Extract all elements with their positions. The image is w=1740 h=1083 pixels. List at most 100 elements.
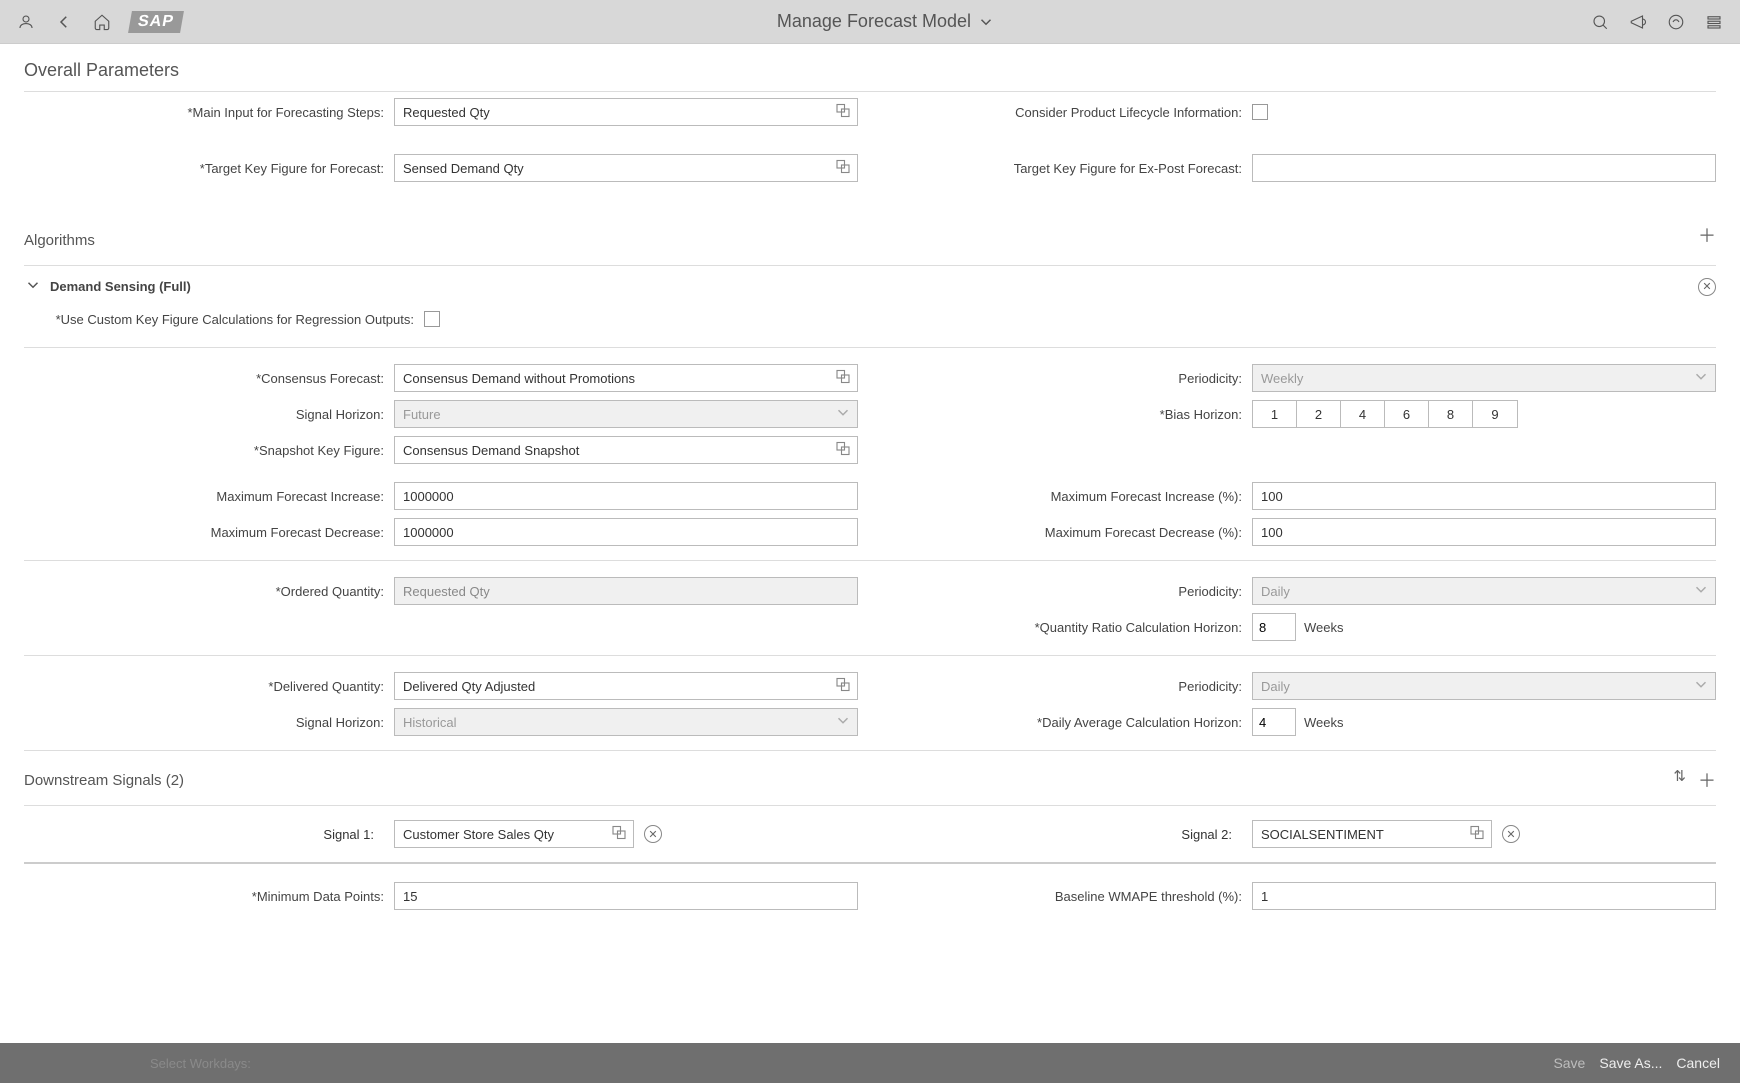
consensus-field[interactable] bbox=[394, 364, 858, 392]
megaphone-icon[interactable] bbox=[1628, 12, 1648, 32]
lifecycle-checkbox[interactable] bbox=[1252, 104, 1268, 120]
target-kf-field[interactable] bbox=[394, 154, 858, 182]
label-signal1: Signal 1: bbox=[24, 827, 384, 842]
chevron-down-icon[interactable] bbox=[834, 404, 852, 425]
periodicity-weekly-select[interactable] bbox=[1252, 364, 1716, 392]
max-decrease-field[interactable] bbox=[394, 518, 858, 546]
page-body: Overall Parameters Main Input for Foreca… bbox=[0, 44, 1740, 1043]
bias-seg[interactable]: 2 bbox=[1297, 401, 1341, 427]
cancel-button[interactable]: Cancel bbox=[1676, 1055, 1720, 1071]
signal1-field[interactable] bbox=[394, 820, 634, 848]
footer-toolbar: Select Workdays: Save Save As... Cancel bbox=[0, 1043, 1740, 1083]
algorithms-heading: Algorithms bbox=[24, 232, 95, 249]
delivered-qty-field[interactable] bbox=[394, 672, 858, 700]
max-decrease-pct-field[interactable] bbox=[1252, 518, 1716, 546]
target-kf-expost-field[interactable] bbox=[1252, 154, 1716, 182]
menu-icon[interactable] bbox=[1704, 12, 1724, 32]
bias-seg[interactable]: 6 bbox=[1385, 401, 1429, 427]
main-input-field[interactable] bbox=[394, 98, 858, 126]
custom-kf-checkbox[interactable] bbox=[424, 311, 440, 327]
bias-horizon-segmented: 1 2 4 6 8 9 bbox=[1252, 400, 1518, 428]
copilot-icon[interactable] bbox=[1666, 12, 1686, 32]
value-help-icon[interactable] bbox=[610, 824, 628, 845]
periodicity-daily-select-1[interactable] bbox=[1252, 577, 1716, 605]
label-ordered-qty: Ordered Quantity: bbox=[24, 584, 394, 599]
bias-seg[interactable]: 9 bbox=[1473, 401, 1517, 427]
page-title: Manage Forecast Model bbox=[777, 11, 971, 32]
back-icon[interactable] bbox=[54, 12, 74, 32]
qty-ratio-horizon-field[interactable] bbox=[1252, 613, 1296, 641]
value-help-icon[interactable] bbox=[834, 102, 852, 123]
home-icon[interactable] bbox=[92, 12, 112, 32]
divider bbox=[24, 91, 1716, 92]
label-bias-horizon: Bias Horizon: bbox=[882, 407, 1252, 422]
label-consensus: Consensus Forecast: bbox=[24, 371, 394, 386]
min-data-points-field[interactable] bbox=[394, 882, 858, 910]
bias-seg[interactable]: 1 bbox=[1253, 401, 1297, 427]
label-snapshot-kf: Snapshot Key Figure: bbox=[24, 443, 394, 458]
chevron-down-icon bbox=[977, 13, 995, 31]
label-max-decrease: Maximum Forecast Decrease: bbox=[24, 525, 394, 540]
value-help-icon[interactable] bbox=[834, 676, 852, 697]
label-signal-horizon-1: Signal Horizon: bbox=[24, 407, 394, 422]
remove-algorithm-icon[interactable]: ✕ bbox=[1698, 278, 1716, 296]
user-icon[interactable] bbox=[16, 12, 36, 32]
shell-right-actions bbox=[1590, 12, 1724, 32]
label-max-increase-pct: Maximum Forecast Increase (%): bbox=[882, 489, 1252, 504]
bias-seg[interactable]: 8 bbox=[1429, 401, 1473, 427]
ordered-qty-field[interactable] bbox=[394, 577, 858, 605]
bias-seg[interactable]: 4 bbox=[1341, 401, 1385, 427]
value-help-icon[interactable] bbox=[834, 368, 852, 389]
label-max-decrease-pct: Maximum Forecast Decrease (%): bbox=[882, 525, 1252, 540]
periodicity-daily-select-2[interactable] bbox=[1252, 672, 1716, 700]
signal-horizon-future-select[interactable] bbox=[394, 400, 858, 428]
daily-avg-horizon-field[interactable] bbox=[1252, 708, 1296, 736]
max-increase-pct-field[interactable] bbox=[1252, 482, 1716, 510]
label-qty-ratio-horizon: Quantity Ratio Calculation Horizon: bbox=[882, 620, 1252, 635]
value-help-icon[interactable] bbox=[1468, 824, 1486, 845]
save-button[interactable]: Save bbox=[1553, 1055, 1585, 1071]
overall-params-heading: Overall Parameters bbox=[24, 60, 1716, 81]
add-algorithm-icon[interactable]: ＋ bbox=[1698, 222, 1716, 248]
sap-logo: SAP bbox=[128, 11, 184, 33]
chevron-down-icon[interactable] bbox=[1692, 676, 1710, 697]
footer-ghost-label: Select Workdays: bbox=[150, 1056, 251, 1071]
value-help-icon[interactable] bbox=[834, 158, 852, 179]
shell-title[interactable]: Manage Forecast Model bbox=[200, 11, 1572, 32]
weeks-unit: Weeks bbox=[1304, 620, 1344, 635]
remove-signal2-icon[interactable]: ✕ bbox=[1502, 825, 1520, 843]
label-signal-horizon-2: Signal Horizon: bbox=[24, 715, 394, 730]
search-icon[interactable] bbox=[1590, 12, 1610, 32]
chevron-down-icon[interactable] bbox=[1692, 581, 1710, 602]
label-main-input: Main Input for Forecasting Steps: bbox=[24, 105, 394, 120]
max-increase-field[interactable] bbox=[394, 482, 858, 510]
label-min-data-points: Minimum Data Points: bbox=[24, 889, 394, 904]
chevron-down-icon[interactable] bbox=[1692, 368, 1710, 389]
label-target-kf: Target Key Figure for Forecast: bbox=[24, 161, 394, 176]
chevron-down-icon[interactable] bbox=[834, 712, 852, 733]
downstream-heading: Downstream Signals (2) bbox=[24, 772, 184, 789]
weeks-unit: Weeks bbox=[1304, 715, 1344, 730]
label-periodicity-1: Periodicity: bbox=[882, 371, 1252, 386]
expand-icon[interactable] bbox=[24, 276, 42, 297]
sort-icon[interactable]: ⇅ bbox=[1673, 767, 1686, 793]
label-lifecycle: Consider Product Lifecycle Information: bbox=[882, 105, 1252, 120]
label-periodicity-3: Periodicity: bbox=[882, 679, 1252, 694]
remove-signal1-icon[interactable]: ✕ bbox=[644, 825, 662, 843]
shell-header: SAP Manage Forecast Model bbox=[0, 0, 1740, 44]
label-periodicity-2: Periodicity: bbox=[882, 584, 1252, 599]
label-baseline-wmape: Baseline WMAPE threshold (%): bbox=[882, 889, 1252, 904]
signal-horizon-hist-select[interactable] bbox=[394, 708, 858, 736]
value-help-icon[interactable] bbox=[834, 440, 852, 461]
algorithm-name: Demand Sensing (Full) bbox=[50, 279, 191, 294]
label-signal2: Signal 2: bbox=[882, 827, 1242, 842]
add-signal-icon[interactable]: ＋ bbox=[1698, 767, 1716, 793]
save-as-button[interactable]: Save As... bbox=[1599, 1055, 1662, 1071]
baseline-wmape-field[interactable] bbox=[1252, 882, 1716, 910]
label-delivered-qty: Delivered Quantity: bbox=[24, 679, 394, 694]
snapshot-kf-field[interactable] bbox=[394, 436, 858, 464]
signal2-field[interactable] bbox=[1252, 820, 1492, 848]
label-max-increase: Maximum Forecast Increase: bbox=[24, 489, 394, 504]
label-target-kf-expost: Target Key Figure for Ex-Post Forecast: bbox=[882, 161, 1252, 176]
label-daily-avg-horizon: Daily Average Calculation Horizon: bbox=[882, 715, 1252, 730]
